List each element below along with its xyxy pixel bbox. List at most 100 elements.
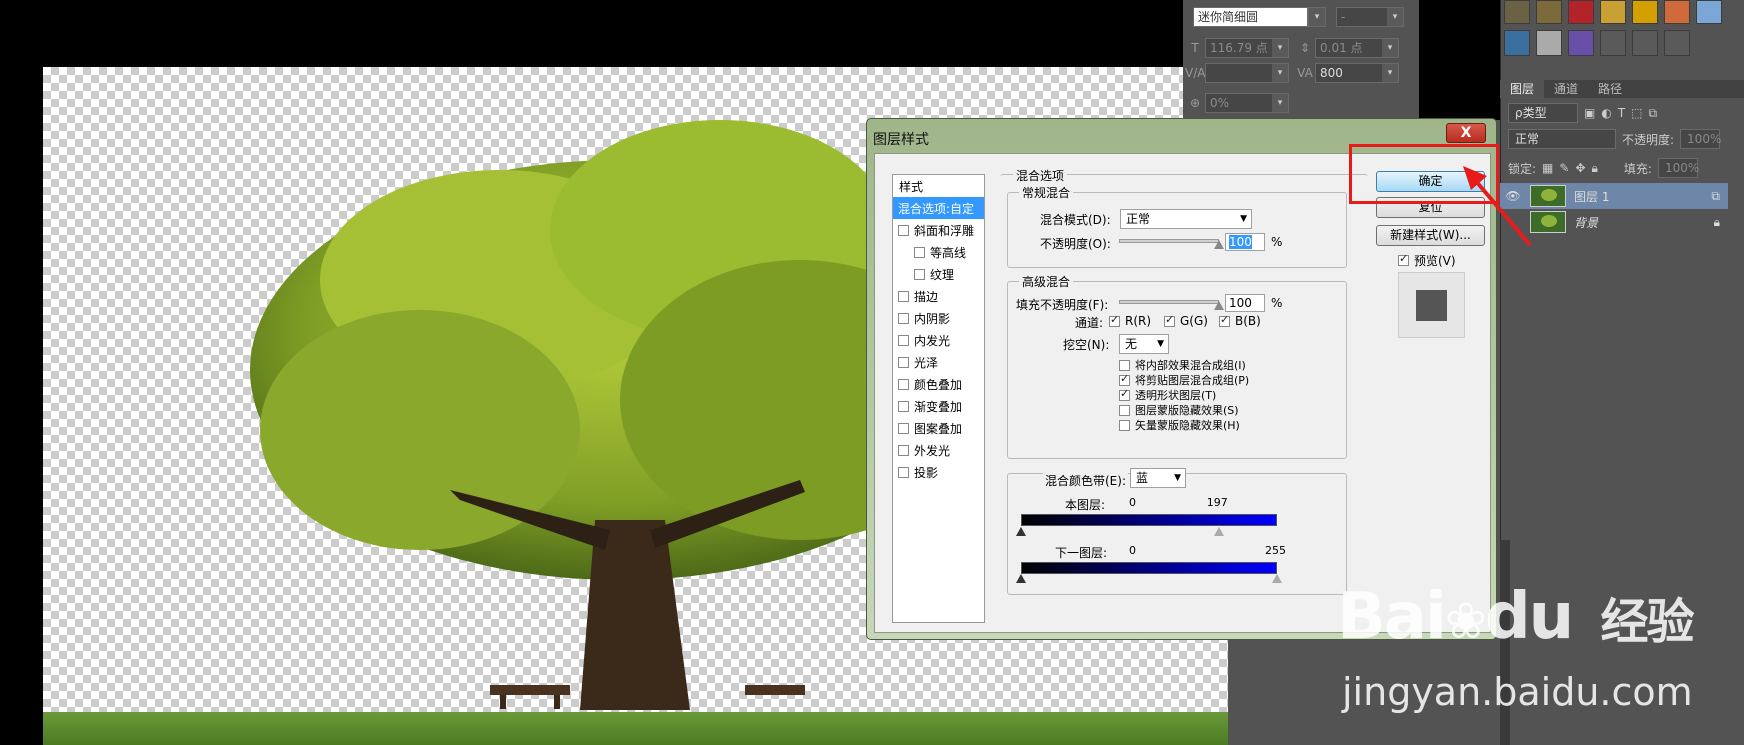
- checkbox[interactable]: [898, 224, 909, 236]
- tab-channels[interactable]: 通道: [1544, 80, 1588, 98]
- advanced-option-checkbox[interactable]: 矢量蒙版隐藏效果(H): [1119, 417, 1240, 433]
- style-item[interactable]: 颜色叠加: [893, 373, 984, 395]
- underlying-gradient[interactable]: [1021, 562, 1277, 574]
- advanced-option-checkbox[interactable]: 图层蒙版隐藏效果(S): [1119, 402, 1239, 418]
- checkbox[interactable]: [898, 312, 909, 324]
- advanced-option-checkbox[interactable]: 将内部效果混合成组(I): [1119, 357, 1246, 373]
- underlying-black-thumb[interactable]: [1016, 574, 1026, 583]
- layer-name[interactable]: 图层 1: [1574, 188, 1609, 205]
- styles-header[interactable]: 样式: [893, 175, 984, 197]
- style-item[interactable]: 等高线: [893, 241, 984, 263]
- checkbox[interactable]: [898, 356, 909, 368]
- checkbox[interactable]: [914, 246, 925, 258]
- leading-field[interactable]: 0.01 点 ▾: [1315, 38, 1399, 58]
- style-swatch[interactable]: [1664, 30, 1690, 56]
- style-item[interactable]: 光泽: [893, 351, 984, 373]
- checkbox[interactable]: [898, 444, 909, 456]
- close-button[interactable]: X: [1446, 123, 1486, 143]
- style-swatch[interactable]: [1696, 0, 1722, 24]
- checkbox[interactable]: [898, 378, 909, 390]
- style-item[interactable]: 内阴影: [893, 307, 984, 329]
- style-swatch[interactable]: [1504, 0, 1530, 24]
- checkbox[interactable]: [1119, 404, 1130, 416]
- this-layer-black-thumb[interactable]: [1016, 527, 1026, 536]
- style-item[interactable]: 内发光: [893, 329, 984, 351]
- style-item[interactable]: 描边: [893, 285, 984, 307]
- font-style-field[interactable]: - ▾: [1336, 7, 1404, 27]
- filter-smart-icon[interactable]: ⧉: [1649, 106, 1658, 121]
- checkbox[interactable]: [1219, 313, 1230, 327]
- baseline-field[interactable]: 0% ▾: [1205, 93, 1289, 113]
- opacity-slider-thumb[interactable]: [1214, 240, 1224, 249]
- lock-transparent-icon[interactable]: ▦: [1542, 161, 1553, 175]
- kerning-field[interactable]: ▾: [1205, 63, 1289, 83]
- checkbox[interactable]: [898, 466, 909, 478]
- style-swatch[interactable]: [1600, 30, 1626, 56]
- style-swatch[interactable]: [1600, 0, 1626, 24]
- style-item[interactable]: 斜面和浮雕: [893, 219, 984, 241]
- font-size-field[interactable]: 116.79 点 ▾: [1205, 38, 1289, 58]
- lock-move-icon[interactable]: ✥: [1575, 161, 1585, 175]
- this-layer-white-thumb[interactable]: [1213, 527, 1224, 536]
- checkbox[interactable]: [898, 334, 909, 346]
- channel-b-checkbox[interactable]: B(B): [1219, 313, 1261, 328]
- this-layer-gradient[interactable]: [1021, 514, 1277, 526]
- layer-filter-select[interactable]: ρ类型: [1508, 103, 1578, 123]
- tab-paths[interactable]: 路径: [1588, 80, 1632, 98]
- fill-opacity-slider-thumb[interactable]: [1214, 301, 1224, 310]
- opacity-input[interactable]: 100: [1225, 233, 1265, 251]
- lock-all-icon[interactable]: 🔒︎: [1592, 161, 1598, 176]
- blend-if-select[interactable]: 蓝 ▼: [1130, 468, 1186, 488]
- checkbox[interactable]: [1398, 252, 1409, 266]
- opacity-slider[interactable]: [1119, 239, 1219, 243]
- tab-layers[interactable]: 图层: [1500, 80, 1545, 98]
- style-item[interactable]: 混合选项:自定: [893, 197, 984, 219]
- lock-brush-icon[interactable]: ✎: [1559, 161, 1569, 175]
- channel-r-checkbox[interactable]: R(R): [1109, 313, 1151, 328]
- checkbox[interactable]: [1119, 387, 1130, 401]
- filter-shape-icon[interactable]: ⬚: [1631, 106, 1642, 120]
- font-family-dropdown[interactable]: ▾: [1308, 7, 1326, 27]
- filter-type-icon[interactable]: T: [1618, 106, 1625, 120]
- advanced-option-checkbox[interactable]: 将剪贴图层混合成组(P): [1119, 372, 1249, 388]
- advanced-option-checkbox[interactable]: 透明形状图层(T): [1119, 387, 1216, 403]
- checkbox[interactable]: [1119, 419, 1130, 431]
- style-swatch[interactable]: [1632, 0, 1658, 24]
- style-item[interactable]: 渐变叠加: [893, 395, 984, 417]
- style-item-label: 内阴影: [914, 311, 951, 326]
- filter-pixel-icon[interactable]: ▣: [1584, 106, 1595, 120]
- style-item[interactable]: 外发光: [893, 439, 984, 461]
- fill-field[interactable]: 100%: [1657, 158, 1699, 178]
- tracking-field[interactable]: 800 ▾: [1315, 63, 1399, 83]
- checkbox[interactable]: [898, 290, 909, 302]
- checkbox[interactable]: [1119, 359, 1130, 371]
- checkbox[interactable]: [898, 422, 909, 434]
- channel-g-checkbox[interactable]: G(G): [1164, 313, 1208, 328]
- checkbox[interactable]: [1164, 313, 1175, 327]
- style-swatch[interactable]: [1536, 30, 1562, 56]
- knockout-select[interactable]: 无 ▼: [1119, 334, 1169, 354]
- style-swatch[interactable]: [1632, 30, 1658, 56]
- style-swatch[interactable]: [1504, 30, 1530, 56]
- style-item[interactable]: 纹理: [893, 263, 984, 285]
- layer-name[interactable]: 背景: [1574, 214, 1598, 231]
- checkbox[interactable]: [914, 268, 925, 280]
- underlying-white-thumb[interactable]: [1272, 574, 1282, 583]
- font-family-field[interactable]: 迷你简细圆: [1193, 7, 1308, 27]
- fill-opacity-slider[interactable]: [1119, 300, 1219, 304]
- layer-opacity-field[interactable]: 100%: [1680, 129, 1721, 149]
- style-swatch[interactable]: [1568, 30, 1594, 56]
- checkbox[interactable]: [1119, 372, 1130, 386]
- blend-mode-select[interactable]: 正常 ▼: [1120, 209, 1252, 229]
- style-item[interactable]: 图案叠加: [893, 417, 984, 439]
- style-swatch[interactable]: [1664, 0, 1690, 24]
- filter-adjust-icon[interactable]: ◐: [1601, 106, 1611, 120]
- checkbox[interactable]: [898, 400, 909, 412]
- style-item[interactable]: 投影: [893, 461, 984, 483]
- style-swatch[interactable]: [1568, 0, 1594, 24]
- fill-opacity-input[interactable]: 100: [1225, 294, 1265, 312]
- layer-blend-mode-select[interactable]: 正常: [1508, 129, 1616, 149]
- preview-checkbox[interactable]: 预览(V): [1398, 252, 1456, 269]
- checkbox[interactable]: [1109, 313, 1120, 327]
- style-swatch[interactable]: [1536, 0, 1562, 24]
